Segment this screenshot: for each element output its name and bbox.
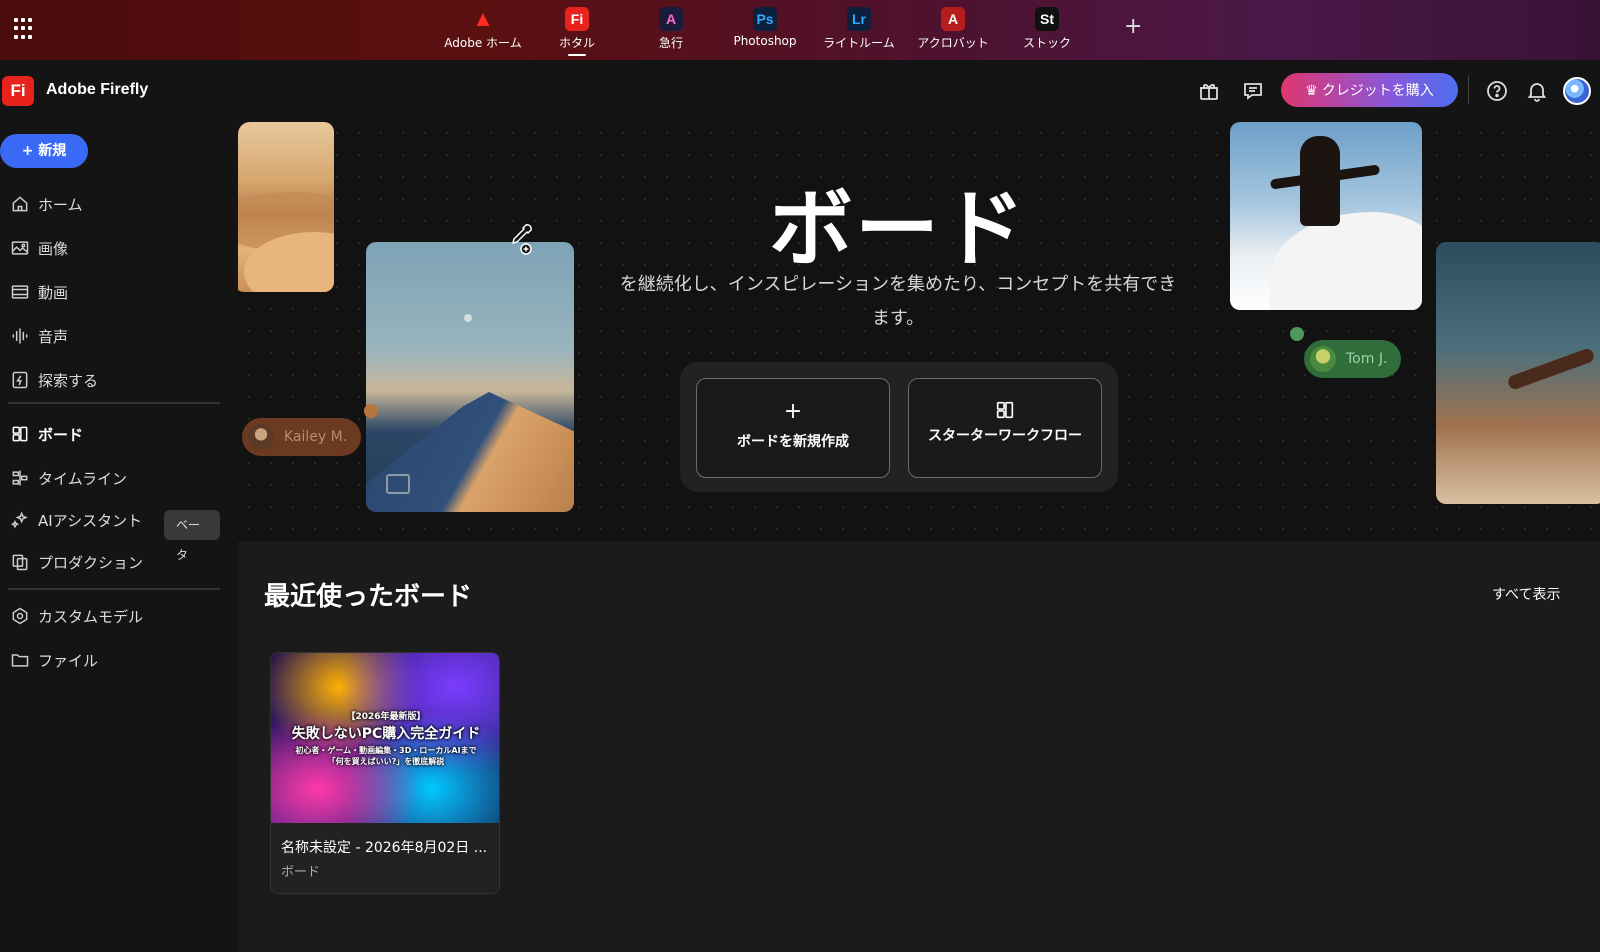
main-content: Kailey M. Tom J. ボード を継続化し、インスピレーションを集めた… [238, 122, 1600, 952]
board-card[interactable]: 【2026年最新版】 失敗しないPC購入完全ガイド 初心者・ゲーム・動画編集・3… [270, 652, 500, 894]
buy-credits-button[interactable]: ♛ クレジットを購入 [1281, 73, 1458, 107]
collaborator-avatar [1310, 346, 1336, 372]
dancer-photo [1230, 122, 1422, 310]
production-icon [12, 554, 28, 571]
adobe-logo-icon: ▲ [472, 6, 494, 31]
board-thumbnail: 【2026年最新版】 失敗しないPC購入完全ガイド 初心者・ゲーム・動画編集・3… [271, 653, 499, 823]
beta-badge: ベータ [164, 510, 220, 562]
custom-model-icon [12, 607, 28, 625]
sidebar: + 新規 ホーム 画像 動画 音声 探索する ボード タイムライン AIアシスタ… [0, 122, 234, 952]
new-button[interactable]: + 新規 [0, 134, 88, 168]
sidebar-divider [8, 588, 220, 590]
app-express[interactable]: A 急行 [626, 4, 716, 58]
boards-icon [12, 426, 28, 442]
sidebar-item-files[interactable]: ファイル [10, 644, 220, 676]
acrobat-app-icon: A [941, 7, 965, 31]
collaborator-tag-tom: Tom J. [1304, 340, 1402, 378]
board-card-type: ボード [281, 865, 321, 880]
sidebar-item-ai-assistant[interactable]: AIアシスタント ベータ [10, 504, 220, 562]
app-header: Fi Adobe Firefly ♛ クレジットを購入 [0, 60, 1600, 122]
gift-icon[interactable] [1197, 79, 1221, 103]
lightroom-app-icon: Lr [847, 7, 871, 31]
app-stock[interactable]: St ストック [1002, 4, 1092, 58]
sidebar-item-video[interactable]: 動画 [10, 276, 220, 308]
firefly-logo[interactable]: Fi [2, 76, 34, 106]
image-icon [11, 241, 29, 255]
eyedropper-cursor-icon [511, 224, 532, 255]
board-card-title: 名称未設定 - 2026年8月02日 ... [281, 840, 488, 856]
add-app-icon[interactable]: + [1124, 14, 1142, 39]
app-lightroom[interactable]: Lr ライトルーム [814, 4, 904, 58]
boards-hero: Kailey M. Tom J. ボード を継続化し、インスピレーションを集めた… [238, 122, 1600, 542]
page-title: ボード [768, 180, 1027, 278]
photoshop-app-icon: Ps [753, 7, 777, 31]
collaborator-cursor-dot [1290, 327, 1304, 341]
starter-workflow-button[interactable]: スターターワークフロー [908, 378, 1102, 478]
collaborator-tag-kailey: Kailey M. [242, 418, 362, 456]
sidebar-item-audio[interactable]: 音声 [10, 320, 220, 352]
folder-icon [11, 654, 29, 667]
user-avatar[interactable] [1563, 77, 1591, 105]
header-divider [1468, 76, 1469, 104]
side-photo [1436, 242, 1600, 504]
explore-icon [12, 371, 28, 389]
gallery-icon [386, 474, 410, 494]
collaborator-avatar [248, 424, 274, 450]
sidebar-item-explore[interactable]: 探索する [10, 364, 220, 396]
timeline-icon [12, 470, 28, 486]
recent-boards-title: 最近使ったボード [264, 582, 473, 612]
app-photoshop[interactable]: Ps Photoshop [720, 4, 810, 58]
video-icon [11, 285, 29, 299]
app-title: Adobe Firefly [46, 81, 149, 98]
stock-app-icon: St [1035, 7, 1059, 31]
app-adobe-home[interactable]: ▲ Adobe ホーム [438, 4, 528, 58]
sidebar-item-timeline[interactable]: タイムライン [10, 462, 220, 494]
audio-waveform-icon [12, 328, 28, 344]
app-switcher-bar: ▲ Adobe ホーム Fi ホタル A 急行 Ps Photoshop Lr … [0, 0, 1600, 60]
page-description: を継続化し、インスピレーションを集めたり、コンセプトを共有できます。 [619, 274, 1177, 329]
notification-bell-icon[interactable] [1525, 79, 1549, 103]
sidebar-item-production[interactable]: プロダクション [10, 546, 220, 578]
sidebar-divider [8, 402, 220, 404]
sidebar-item-boards[interactable]: ボード [10, 418, 220, 450]
ai-sparkle-icon [10, 511, 28, 529]
workflow-icon [909, 399, 1101, 425]
chat-icon[interactable] [1241, 79, 1265, 103]
desert-photo [238, 122, 334, 292]
app-firefly[interactable]: Fi ホタル [532, 4, 622, 58]
apps-grid-icon[interactable] [14, 18, 36, 40]
express-app-icon: A [659, 7, 683, 31]
create-board-button[interactable]: + ボードを新規作成 [696, 378, 890, 478]
dune-photo [366, 242, 574, 512]
collaborator-cursor-dot [364, 404, 378, 418]
action-panel: + ボードを新規作成 スターターワークフロー [680, 362, 1118, 492]
help-icon[interactable] [1485, 79, 1509, 103]
plus-icon: + [783, 399, 803, 424]
home-icon [12, 196, 28, 212]
firefly-app-icon: Fi [565, 7, 589, 31]
sidebar-item-images[interactable]: 画像 [10, 232, 220, 264]
show-all-link[interactable]: すべて表示 [1492, 584, 1560, 604]
sidebar-item-custom-models[interactable]: カスタムモデル [10, 600, 220, 632]
app-acrobat[interactable]: A アクロバット [908, 4, 998, 58]
sidebar-item-home[interactable]: ホーム [10, 188, 220, 220]
